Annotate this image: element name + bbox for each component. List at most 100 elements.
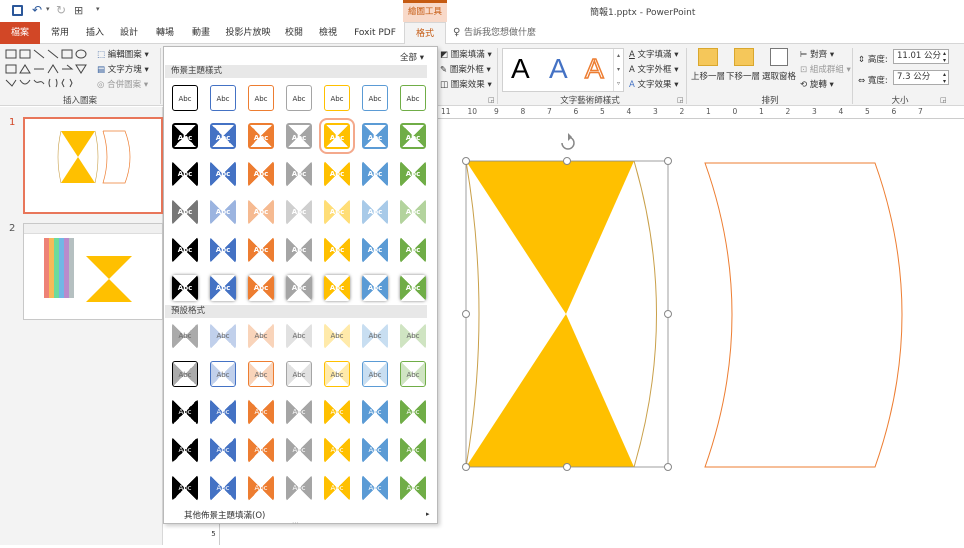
shape-style-swatch[interactable]: Abc <box>248 361 274 387</box>
tab-file[interactable]: 檔案 <box>0 22 40 44</box>
shape-style-swatch[interactable]: Abc <box>362 237 388 263</box>
slide-thumbnail-2[interactable] <box>23 223 163 320</box>
shape-style-swatch[interactable]: Abc <box>286 199 312 225</box>
shape-style-swatch[interactable]: Abc <box>286 161 312 187</box>
shape-style-swatch[interactable]: Abc <box>210 161 236 187</box>
shape-style-swatch[interactable]: Abc <box>400 475 426 501</box>
shape-style-swatch[interactable]: Abc <box>248 85 274 111</box>
shape-style-swatch[interactable]: Abc <box>172 161 198 187</box>
shape-style-swatch[interactable]: Abc <box>248 199 274 225</box>
shape-style-swatch[interactable]: Abc <box>362 275 388 301</box>
shape-style-swatch[interactable]: Abc <box>210 323 236 349</box>
shape-style-swatch[interactable]: Abc <box>248 323 274 349</box>
shape-style-swatch[interactable]: Abc <box>210 399 236 425</box>
shape-style-swatch[interactable]: Abc <box>286 437 312 463</box>
shape-style-swatch[interactable]: Abc <box>324 85 350 111</box>
shape-style-swatch[interactable]: Abc <box>210 437 236 463</box>
shape-style-swatch[interactable]: Abc <box>324 475 350 501</box>
shape-style-swatch[interactable]: Abc <box>319 118 355 154</box>
shape-style-swatch[interactable]: Abc <box>210 123 236 149</box>
tab-design[interactable]: 設計 <box>114 22 144 44</box>
qat-customize-icon[interactable]: ▾ <box>96 5 100 13</box>
shape-style-swatch[interactable]: Abc <box>324 361 350 387</box>
shape-style-swatch[interactable]: Abc <box>248 237 274 263</box>
presentation-icon[interactable]: ⊞ <box>74 4 83 17</box>
shape-style-swatch[interactable]: Abc <box>210 475 236 501</box>
shape-style-swatch[interactable]: Abc <box>286 275 312 301</box>
tab-transitions[interactable]: 轉場 <box>150 22 180 44</box>
rotate-button[interactable]: ⟲ 旋轉 ▾ <box>800 78 834 90</box>
shape-style-swatch[interactable]: Abc <box>286 85 312 111</box>
shape-style-swatch[interactable]: Abc <box>324 323 350 349</box>
shape-style-swatch[interactable]: Abc <box>248 437 274 463</box>
shape-style-swatch[interactable]: Abc <box>172 275 198 301</box>
bring-forward-button[interactable]: 上移一層 <box>691 70 725 82</box>
shape-style-swatch[interactable]: Abc <box>172 475 198 501</box>
align-button[interactable]: ⊨ 對齊 ▾ <box>800 48 834 60</box>
shape-style-swatch[interactable]: Abc <box>210 237 236 263</box>
wordart-sample-black[interactable]: A <box>511 53 530 85</box>
width-spinner-icon[interactable]: ▴ ▾ <box>943 71 946 85</box>
shape-style-swatch[interactable]: Abc <box>324 399 350 425</box>
tab-view[interactable]: 檢視 <box>314 22 342 44</box>
shape-style-swatch[interactable]: Abc <box>362 161 388 187</box>
shape-style-swatch[interactable]: Abc <box>362 323 388 349</box>
tab-foxit[interactable]: Foxit PDF <box>350 22 400 44</box>
height-input[interactable]: 11.01 公分 ▴ ▾ <box>893 49 949 64</box>
save-icon[interactable] <box>12 5 23 16</box>
shape-style-swatch[interactable]: Abc <box>362 399 388 425</box>
wordart-sample-orange[interactable]: A <box>584 52 604 85</box>
shape-style-swatch[interactable]: Abc <box>210 361 236 387</box>
shape-style-swatch[interactable]: Abc <box>400 237 426 263</box>
shape-style-swatch[interactable]: Abc <box>248 275 274 301</box>
shape-style-swatch[interactable]: Abc <box>172 85 198 111</box>
shape-style-swatch[interactable]: Abc <box>362 85 388 111</box>
text-outline-button[interactable]: A 文字外框 ▾ <box>629 63 679 75</box>
shape-style-swatch[interactable]: Abc <box>286 399 312 425</box>
shape-style-swatch[interactable]: Abc <box>286 237 312 263</box>
shape-style-swatch[interactable]: Abc <box>172 237 198 263</box>
tab-format[interactable]: 格式 <box>404 22 446 44</box>
shape-style-swatch[interactable]: Abc <box>324 437 350 463</box>
shape-style-swatch[interactable]: Abc <box>324 199 350 225</box>
shape-style-swatch[interactable]: Abc <box>286 323 312 349</box>
shape-style-swatch[interactable]: Abc <box>172 399 198 425</box>
shape-style-swatch[interactable]: Abc <box>400 361 426 387</box>
shape-style-swatch[interactable]: Abc <box>210 199 236 225</box>
shape-style-swatch[interactable]: Abc <box>400 161 426 187</box>
shape-style-swatch[interactable]: Abc <box>248 399 274 425</box>
tell-me-box[interactable]: 告訴我您想做什麼 <box>464 22 574 44</box>
wordart-launcher-icon[interactable]: ◲ <box>677 96 684 104</box>
shape-style-swatch[interactable]: Abc <box>400 437 426 463</box>
group-button[interactable]: ⊡ 組成群組 ▾ <box>800 63 851 75</box>
shapes-gallery[interactable] <box>4 48 92 92</box>
shape-style-swatch[interactable]: Abc <box>248 161 274 187</box>
gallery-filter-dropdown[interactable]: 全部 ▾ <box>400 51 424 63</box>
shape-style-swatch[interactable]: Abc <box>362 199 388 225</box>
width-input[interactable]: 7.3 公分 ▴ ▾ <box>893 70 949 85</box>
more-theme-fills-item[interactable]: 其他佈景主題填滿(O) <box>184 509 265 521</box>
shape-style-swatch[interactable]: Abc <box>172 323 198 349</box>
shape-style-swatch[interactable]: Abc <box>248 123 274 149</box>
send-backward-button[interactable]: 下移一層 <box>726 70 760 82</box>
text-box-button[interactable]: ▤ 文字方塊 ▾ <box>97 63 149 75</box>
shape-style-swatch[interactable]: Abc <box>172 199 198 225</box>
shape-style-swatch[interactable]: Abc <box>400 199 426 225</box>
shape-style-swatch[interactable]: Abc <box>286 123 312 149</box>
wordart-gallery[interactable]: A A A ▴ ▾ ▿ <box>502 48 624 92</box>
size-launcher-icon[interactable]: ◲ <box>940 96 947 104</box>
edit-shape-button[interactable]: ⬚ 編輯圖案 ▾ <box>97 48 149 60</box>
shape-style-swatch[interactable]: Abc <box>324 161 350 187</box>
merge-shapes-button[interactable]: ◎ 合併圖案 ▾ <box>97 78 148 90</box>
shape-style-swatch[interactable]: Abc <box>172 123 198 149</box>
shape-style-swatch[interactable]: Abc <box>324 237 350 263</box>
wordart-scroll[interactable]: ▴ ▾ ▿ <box>613 49 623 91</box>
selection-pane-button[interactable]: 選取窗格 <box>762 70 796 82</box>
shape-style-swatch[interactable]: Abc <box>362 361 388 387</box>
shape-outline-button[interactable]: ✎ 圖案外框 ▾ <box>440 63 491 75</box>
undo-icon[interactable]: ↶ <box>32 3 42 17</box>
tab-slideshow[interactable]: 投影片放映 <box>222 22 274 44</box>
tab-home[interactable]: 常用 <box>44 22 76 44</box>
shape-style-swatch[interactable]: Abc <box>324 275 350 301</box>
tab-review[interactable]: 校閱 <box>280 22 308 44</box>
